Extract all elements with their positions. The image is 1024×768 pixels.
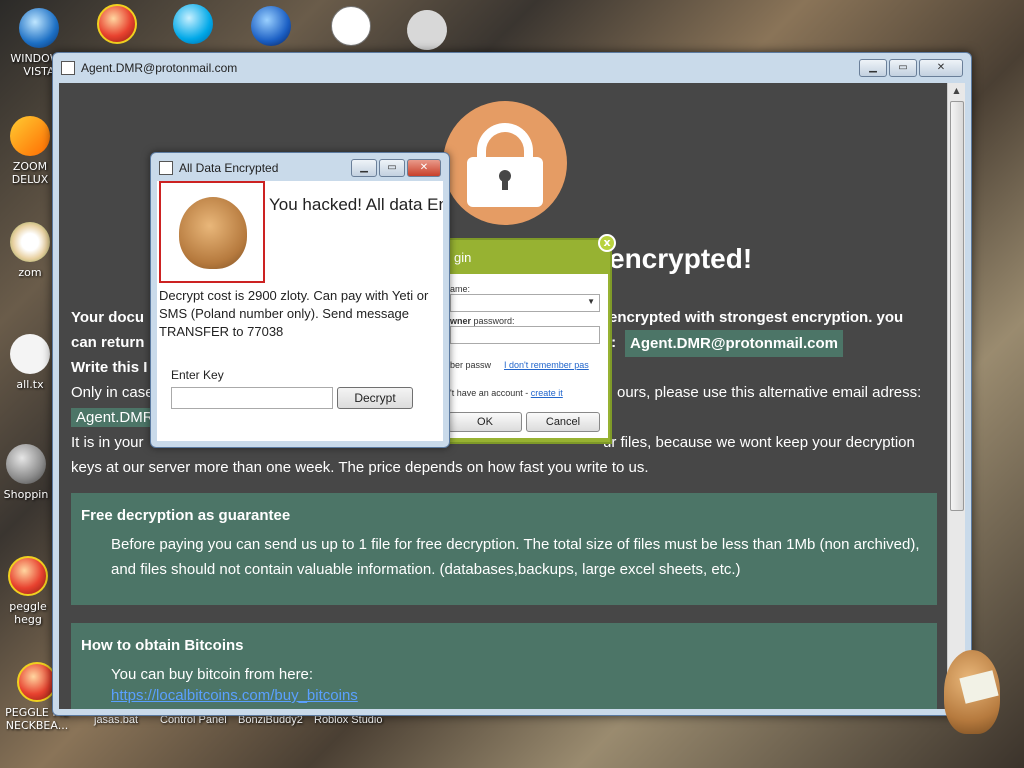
login-body: ame: ▼ wner password: ber passw I don't … — [448, 274, 608, 438]
desktop-icon-ie[interactable] — [236, 6, 306, 50]
encrypted-dialog-body: You hacked! All data EnCrypted by ChomIk… — [157, 181, 443, 441]
window-title: Agent.DMR@protonmail.com — [81, 61, 238, 75]
maximize-button[interactable]: ▭ — [889, 59, 917, 77]
panel-title: How to obtain Bitcoins — [81, 637, 244, 654]
hamster-icon — [179, 197, 247, 269]
close-button[interactable]: ✕ — [919, 59, 963, 77]
desktop-icon-label: zom — [18, 266, 42, 279]
zoom-icon — [10, 116, 50, 156]
internet-explorer-icon — [251, 6, 291, 46]
login-dialog: gin x ame: ▼ wner password: ber passw I … — [440, 234, 616, 444]
decrypt-button[interactable]: Decrypt — [337, 387, 413, 409]
scroll-up-icon[interactable]: ▲ — [948, 83, 965, 99]
roblox-icon — [402, 5, 452, 55]
panel-text: Before paying you can send us up to 1 fi… — [111, 536, 920, 578]
ransom-window-titlebar[interactable]: Agent.DMR@protonmail.com ▁ ▭ ✕ — [53, 53, 971, 83]
name-label: ame: — [450, 284, 471, 294]
cancel-button[interactable]: Cancel — [526, 412, 600, 432]
lock-icon — [443, 101, 567, 225]
ransom-instructions: Decrypt cost is 2900 zloty. Can pay with… — [159, 288, 429, 339]
panel-text: You can buy bitcoin from here: — [111, 666, 314, 683]
maximize-button[interactable]: ▭ — [379, 159, 405, 177]
create-account-link[interactable]: create it — [531, 388, 563, 398]
peggle-icon — [17, 662, 57, 702]
encrypted-dialog: All Data Encrypted ▁ ▭ ✕ You hacked! All… — [150, 152, 450, 448]
account-text: 't have an account - create it — [450, 388, 563, 398]
headline: encrypted! — [609, 243, 753, 274]
app-icon — [159, 161, 173, 175]
skype-icon — [173, 4, 213, 44]
windows-vista-icon — [19, 8, 59, 48]
desktop-icon-label: ZOOM DELUX — [11, 160, 49, 186]
bonzi-hamster-icon[interactable] — [940, 640, 1006, 744]
hamster-image — [159, 181, 265, 283]
key-label: Enter Key — [171, 368, 224, 382]
ok-button[interactable]: OK — [448, 412, 522, 432]
app-icon — [61, 61, 75, 75]
password-field[interactable] — [450, 326, 600, 344]
login-dialog-title: gin — [454, 250, 472, 265]
panel-title: Free decryption as guarantee — [81, 507, 291, 524]
name-dropdown[interactable]: ▼ — [450, 294, 600, 312]
desktop-icon-peggle-hegg[interactable]: peggle hegg — [0, 556, 56, 626]
flower-icon — [10, 222, 50, 262]
alternative-email: Agent.DMR — [71, 408, 159, 427]
scroll-thumb[interactable] — [950, 101, 964, 511]
forgot-password-link[interactable]: I don't remember pas — [504, 360, 589, 370]
peggle-icon — [97, 4, 137, 44]
key-input[interactable] — [171, 387, 333, 409]
desktop-icon-peggle[interactable] — [82, 4, 152, 48]
desktop-icon-shopping[interactable]: Shoppin — [0, 444, 56, 501]
minimize-button[interactable]: ▁ — [351, 159, 377, 177]
encrypted-dialog-titlebar[interactable]: All Data Encrypted ▁ ▭ ✕ — [151, 153, 449, 183]
ransom-heading: You hacked! All data EnCrypted by ChomIk — [269, 195, 443, 214]
vertical-scrollbar[interactable]: ▲ — [947, 83, 965, 709]
calendar-icon — [331, 6, 371, 46]
bitcoin-link[interactable]: https://localbitcoins.com/buy_bitcoins — [81, 687, 358, 704]
desktop-icon-label: peggle hegg — [9, 600, 47, 626]
bitcoin-panel: How to obtain Bitcoins You can buy bitco… — [71, 623, 937, 709]
text-file-icon — [10, 334, 50, 374]
free-decryption-panel: Free decryption as guarantee Before payi… — [71, 493, 937, 605]
desktop-icon-label: Shoppin — [3, 488, 49, 501]
login-close-icon[interactable]: x — [598, 234, 616, 252]
message-line-7: keys at our server more than one week. T… — [71, 459, 649, 476]
dialog-title: All Data Encrypted — [179, 161, 279, 175]
flash-icon — [6, 444, 46, 484]
desktop-icon-calendar[interactable] — [316, 6, 386, 50]
close-button[interactable]: ✕ — [407, 159, 441, 177]
desktop-icon-label: all.tx — [16, 378, 44, 391]
minimize-button[interactable]: ▁ — [859, 59, 887, 77]
desktop-icon-roblox[interactable] — [392, 5, 462, 55]
remember-label: ber passw — [450, 360, 492, 370]
peggle-icon — [8, 556, 48, 596]
contact-email: Agent.DMR@protonmail.com — [625, 330, 843, 357]
desktop-icon-skype[interactable] — [158, 4, 228, 48]
desktop-icon-all-txt[interactable]: all.tx — [2, 334, 58, 391]
chevron-down-icon: ▼ — [587, 297, 595, 306]
password-label: wner password: — [450, 316, 515, 326]
desktop-icon-zom[interactable]: zom — [2, 222, 58, 279]
